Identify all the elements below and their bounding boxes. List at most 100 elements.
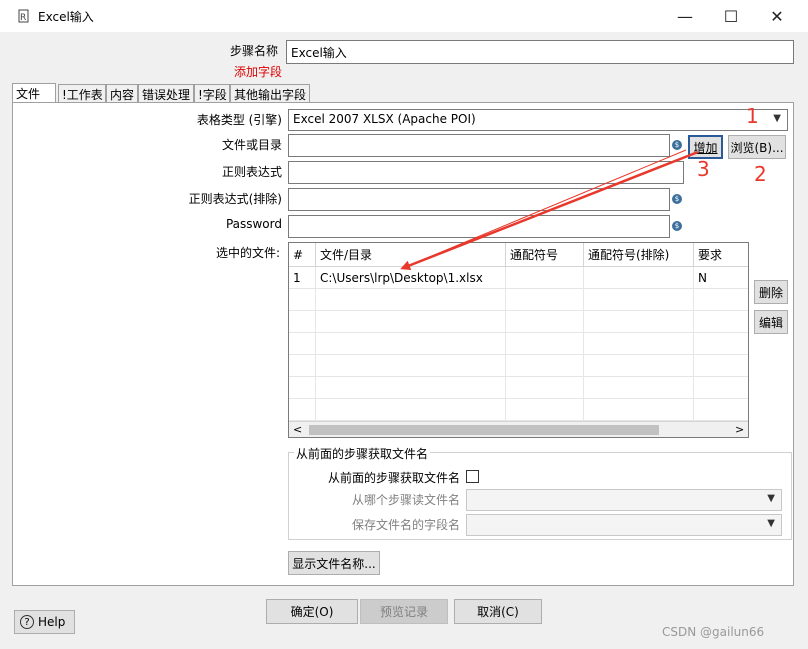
table-cell[interactable] [506, 267, 584, 289]
regex-exclude-label: 正则表达式(排除) [188, 192, 282, 206]
empty-cell [316, 355, 506, 377]
chevron-down-icon: ▼ [773, 113, 781, 124]
add-field-link[interactable]: 添加字段 [200, 63, 282, 80]
add-button[interactable]: 增加 [688, 135, 723, 159]
regex-exclude-input[interactable] [288, 188, 670, 211]
step-name-input[interactable]: Excel输入 [286, 40, 794, 64]
show-filenames-button[interactable]: 显示文件名称... [288, 551, 380, 575]
column-header[interactable]: 通配符号(排除) [584, 243, 694, 267]
field-name-select[interactable]: ▼ [466, 514, 782, 536]
prev-step-checkbox-label: 从前面的步骤获取文件名 [327, 471, 460, 485]
help-icon: ? [20, 615, 34, 629]
password-label: Password [225, 217, 282, 231]
cancel-button[interactable]: 取消(C) [454, 599, 542, 624]
empty-cell [694, 311, 748, 333]
empty-cell [584, 355, 694, 377]
column-header[interactable]: # [289, 243, 316, 267]
tab-sheet[interactable]: !工作表 [58, 84, 106, 102]
empty-cell [694, 333, 748, 355]
empty-cell [506, 377, 584, 399]
empty-cell [289, 311, 316, 333]
chevron-down-icon: ▼ [767, 518, 775, 529]
column-header[interactable]: 通配符号 [506, 243, 584, 267]
chevron-down-icon: ▼ [767, 493, 775, 504]
prev-step-group-title: 从前面的步骤获取文件名 [294, 445, 431, 462]
empty-cell [506, 289, 584, 311]
table-cell[interactable] [584, 267, 694, 289]
empty-cell [694, 289, 748, 311]
table-cell[interactable]: C:\Users\lrp\Desktop\1.xlsx [316, 267, 506, 289]
help-button[interactable]: ? Help [14, 610, 75, 634]
help-button-label: Help [38, 615, 66, 629]
column-header[interactable]: 要求 [694, 243, 748, 267]
empty-cell [289, 333, 316, 355]
watermark: CSDN @gailun66 [662, 625, 765, 639]
scroll-right-arrow[interactable]: > [735, 423, 744, 436]
from-step-select[interactable]: ▼ [466, 489, 782, 511]
variable-icon: $ [672, 194, 682, 204]
file-dir-label: 文件或目录 [221, 138, 282, 152]
field-name-label: 保存文件名的字段名 [351, 518, 460, 532]
empty-cell [694, 399, 748, 421]
regex-label: 正则表达式 [221, 165, 282, 179]
minimize-button[interactable]: — [662, 0, 708, 32]
preview-button[interactable]: 预览记录 [360, 599, 448, 624]
empty-cell [316, 333, 506, 355]
window-title: Excel输入 [38, 10, 94, 24]
empty-cell [584, 333, 694, 355]
empty-cell [316, 289, 506, 311]
annotation-number-3: 3 [697, 157, 710, 181]
column-header[interactable]: 文件/目录 [316, 243, 506, 267]
empty-cell [289, 355, 316, 377]
empty-cell [289, 289, 316, 311]
empty-cell [694, 377, 748, 399]
empty-cell [584, 399, 694, 421]
close-button[interactable]: ✕ [754, 0, 800, 32]
empty-cell [316, 399, 506, 421]
sheet-type-select[interactable]: Excel 2007 XLSX (Apache POI) ▼ [288, 109, 788, 131]
ok-button[interactable]: 确定(O) [266, 599, 358, 624]
password-input[interactable] [288, 215, 670, 238]
variable-icon: $ [672, 140, 682, 150]
scroll-left-arrow[interactable]: < [293, 423, 302, 436]
empty-cell [584, 289, 694, 311]
variable-icon: $ [672, 221, 682, 231]
table-cell[interactable]: N [694, 267, 748, 289]
empty-cell [289, 399, 316, 421]
maximize-button[interactable]: ☐ [708, 0, 754, 32]
scrollbar-thumb[interactable] [309, 425, 659, 435]
annotation-number-1: 1 [746, 104, 759, 128]
empty-cell [694, 355, 748, 377]
sheet-type-label: 表格类型 (引擎) [196, 113, 282, 127]
table-cell[interactable]: 1 [289, 267, 316, 289]
step-name-label: 步骤名称 [229, 44, 278, 58]
selected-files-table: ^ # 文件/目录 通配符号 通配符号(排除) 要求 1 C:\Users\lr… [288, 242, 749, 438]
empty-cell [584, 311, 694, 333]
selected-files-label: 选中的文件: [215, 246, 280, 260]
delete-button[interactable]: 删除 [754, 280, 788, 304]
file-dir-input[interactable] [288, 134, 670, 157]
prev-step-checkbox[interactable] [466, 470, 479, 483]
browse-button[interactable]: 浏览(B)... [728, 135, 786, 159]
tab-file[interactable]: 文件 [12, 83, 56, 103]
annotation-number-2: 2 [754, 162, 767, 186]
tab-content[interactable]: 内容 [106, 84, 138, 102]
sheet-type-value: Excel 2007 XLSX (Apache POI) [293, 112, 476, 126]
tab-error-handling[interactable]: 错误处理 [138, 84, 194, 102]
empty-cell [289, 377, 316, 399]
from-step-label: 从哪个步骤读文件名 [351, 493, 460, 507]
horizontal-scrollbar[interactable]: < > [289, 421, 748, 437]
edit-button[interactable]: 编辑 [754, 310, 788, 334]
spoon-app-icon: R [18, 9, 29, 23]
empty-cell [584, 377, 694, 399]
empty-cell [506, 311, 584, 333]
empty-cell [506, 399, 584, 421]
empty-cell [316, 377, 506, 399]
regex-input[interactable] [288, 161, 684, 184]
svg-text:R: R [20, 13, 26, 23]
empty-cell [316, 311, 506, 333]
tab-other-output-fields[interactable]: 其他输出字段 [230, 84, 310, 102]
empty-cell [506, 355, 584, 377]
empty-cell [506, 333, 584, 355]
tab-fields[interactable]: !字段 [194, 84, 230, 102]
